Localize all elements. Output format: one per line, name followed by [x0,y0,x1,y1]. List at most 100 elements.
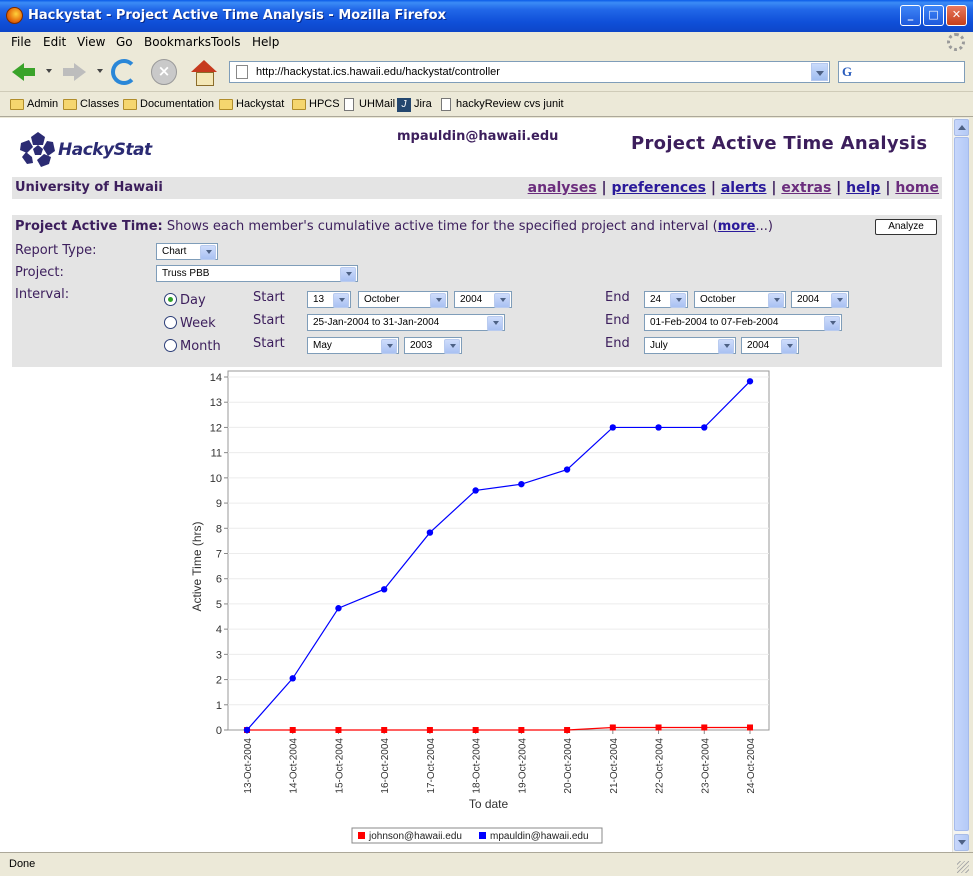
bookmark-jira[interactable]: J Jira [397,98,432,112]
interval-label: Interval: [15,287,70,302]
bookmark-classes[interactable]: Classes [63,98,119,110]
legend-swatch [479,832,486,839]
y-tick-label: 13 [210,397,222,409]
scroll-thumb[interactable] [954,137,969,831]
week-end-label: End [605,313,630,328]
day-end-label: End [605,290,630,305]
stop-icon[interactable]: × [151,59,177,85]
project-label: Project: [15,265,64,280]
menu-view[interactable]: View [77,35,105,49]
status-text: Done [9,858,36,870]
interval-month-radio[interactable] [164,339,177,352]
menu-tools[interactable]: Tools [211,35,241,49]
y-tick-label: 12 [210,422,222,434]
bookmarks-toolbar: Admin Classes Documentation Hackystat HP… [0,93,973,117]
bookmark-documentation[interactable]: Documentation [123,98,214,110]
address-dropdown[interactable] [811,63,828,81]
interval-day-label: Day [180,293,206,308]
bookmark-hackystat[interactable]: Hackystat [219,98,284,110]
bookmark-uhmail[interactable]: UHMail [342,98,395,111]
day-start-month-select[interactable]: October [358,291,448,308]
nav-separator: | [710,180,716,196]
close-button[interactable]: ✕ [946,5,967,26]
jira-icon: J [397,98,411,112]
bookmark-admin[interactable]: Admin [10,98,58,110]
week-start-select[interactable]: 25-Jan-2004 to 31-Jan-2004 [307,314,505,331]
folder-icon [10,99,24,110]
menu-bookmarks[interactable]: Bookmarks [144,35,211,49]
month-start-month-select[interactable]: May [307,337,399,354]
back-history-dropdown[interactable] [46,69,52,73]
nav-link-extras[interactable]: extras [781,180,831,196]
forward-arrow-icon[interactable] [62,59,88,85]
day-end-year-select[interactable]: 2004 [791,291,849,308]
page-icon [236,65,248,79]
day-start-year-select[interactable]: 2004 [454,291,512,308]
day-start-day-select[interactable]: 13 [307,291,351,308]
scroll-up-button[interactable] [954,119,969,136]
menu-edit[interactable]: Edit [43,35,66,49]
month-start-year-select[interactable]: 2003 [404,337,462,354]
address-url[interactable]: http://hackystat.ics.hawaii.edu/hackysta… [256,66,500,78]
report-type-select[interactable]: Chart [156,243,218,260]
series-point [380,586,388,593]
series-point [701,724,708,731]
series-point [426,727,433,733]
back-arrow-icon[interactable] [10,59,36,85]
y-tick-label: 10 [210,473,222,485]
day-end-month-select[interactable]: October [694,291,786,308]
series-point [289,675,296,682]
x-tick-label: 20-Oct-2004 [563,738,574,794]
reload-icon[interactable] [111,59,137,85]
menu-file[interactable]: File [11,35,31,49]
nav-link-analyses[interactable]: analyses [528,180,597,196]
minimize-button[interactable]: _ [900,5,921,26]
week-end-select[interactable]: 01-Feb-2004 to 07-Feb-2004 [644,314,842,331]
resize-grip[interactable] [957,861,969,873]
menu-help[interactable]: Help [252,35,279,49]
nav-link-home[interactable]: home [895,180,939,196]
month-end-month-select[interactable]: July [644,337,736,354]
form-description: Shows each member's cumulative active ti… [166,219,718,234]
legend-swatch [358,832,365,839]
interval-month-label: Month [180,339,221,354]
form-heading: Project Active Time: [15,219,163,234]
user-email: mpauldin@hawaii.edu [397,129,559,144]
interval-week-radio[interactable] [164,316,177,329]
y-tick-label: 0 [216,725,222,737]
x-axis-label: To date [469,797,509,811]
legend-label: johnson@hawaii.edu [368,831,462,842]
bookmark-hackyreview[interactable]: hackyReview cvs junit [439,98,564,111]
nav-link-preferences[interactable]: preferences [611,180,706,196]
google-icon[interactable]: G [842,64,852,80]
interval-day-radio[interactable] [164,293,177,306]
address-bar[interactable]: http://hackystat.ics.hawaii.edu/hackysta… [229,61,830,83]
plot-area [227,370,770,731]
vertical-scrollbar[interactable] [952,118,969,852]
menu-bar: File Edit View Go Bookmarks Tools Help [0,32,973,52]
menu-go[interactable]: Go [116,35,133,49]
page-title: Project Active Time Analysis [631,133,928,154]
scroll-down-button[interactable] [954,834,969,851]
nav-link-help[interactable]: help [846,180,880,196]
month-end-year-select[interactable]: 2004 [741,337,799,354]
x-tick-label: 14-Oct-2004 [289,738,300,794]
forward-history-dropdown[interactable] [97,69,103,73]
hackystat-logo[interactable]: HackyStat [18,130,158,170]
nav-separator: | [601,180,607,196]
day-end-day-select[interactable]: 24 [644,291,688,308]
x-tick-label: 21-Oct-2004 [609,738,620,794]
project-select[interactable]: Truss PBB [156,265,358,282]
maximize-button[interactable]: □ [923,5,944,26]
analyze-button[interactable]: Analyze [875,219,937,235]
home-icon[interactable] [191,59,217,86]
nav-link-alerts[interactable]: alerts [721,180,767,196]
y-tick-label: 6 [216,574,222,586]
search-box[interactable]: G [838,61,965,83]
series-point [243,726,251,734]
series-point [335,605,342,612]
more-link[interactable]: more [718,219,756,234]
bookmark-hpcs[interactable]: HPCS [292,98,340,110]
x-tick-label: 13-Oct-2004 [243,738,254,794]
top-nav-links: analyses | preferences | alerts | extras… [528,180,939,196]
